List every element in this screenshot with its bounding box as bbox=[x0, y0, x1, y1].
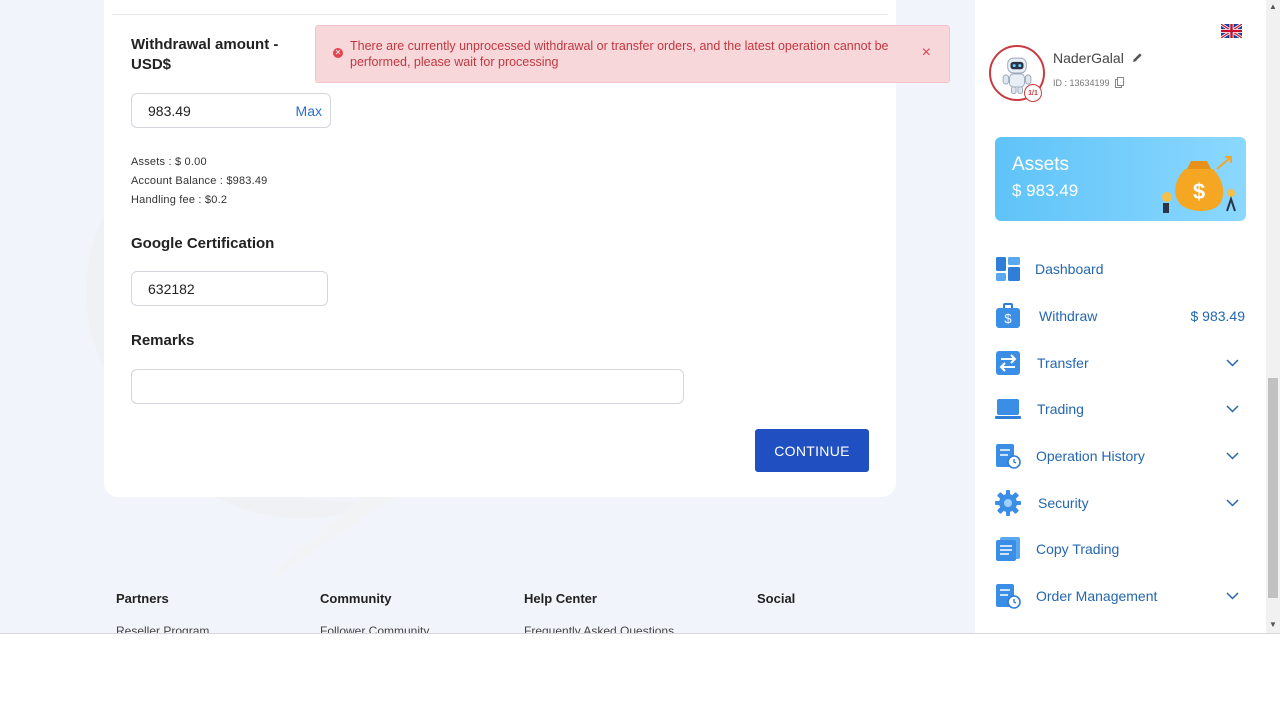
copy-icon[interactable] bbox=[1115, 77, 1125, 88]
sidebar-item-operation-history[interactable]: Operation History bbox=[995, 441, 1245, 471]
footer-heading-help-center: Help Center bbox=[524, 591, 597, 606]
scroll-up-arrow-icon[interactable]: ▲ bbox=[1269, 3, 1277, 11]
sidebar-item-dashboard[interactable]: Dashboard bbox=[995, 254, 1245, 284]
user-id-text: ID : 13634199 bbox=[1053, 78, 1110, 88]
withdraw-balance: $ 983.49 bbox=[1190, 308, 1246, 324]
svg-text:$: $ bbox=[1004, 311, 1012, 326]
alert-message: There are currently unprocessed withdraw… bbox=[350, 39, 889, 69]
sidebar-item-label: Security bbox=[1038, 495, 1089, 511]
continue-button[interactable]: CONTINUE bbox=[755, 429, 869, 472]
laptop-icon bbox=[995, 399, 1021, 419]
error-alert: ✕ There are currently unprocessed withdr… bbox=[315, 25, 950, 83]
sidebar-item-label: Copy Trading bbox=[1036, 541, 1120, 557]
alert-close-button[interactable]: × bbox=[922, 44, 931, 62]
google-code-input[interactable]: 632182 bbox=[131, 271, 328, 306]
google-certification-label: Google Certification bbox=[131, 235, 275, 252]
blank-area bbox=[0, 633, 1280, 720]
max-button[interactable]: Max bbox=[296, 94, 322, 127]
withdrawal-amount-input[interactable]: 983.49 Max bbox=[131, 93, 331, 128]
withdrawal-amount-value: 983.49 bbox=[148, 102, 191, 119]
uk-flag-icon[interactable] bbox=[1221, 24, 1242, 38]
edit-pencil-icon[interactable] bbox=[1132, 52, 1143, 63]
remarks-input[interactable] bbox=[131, 369, 684, 404]
assets-card-title: Assets bbox=[1012, 154, 1070, 175]
footer-link-follower-community[interactable]: Follower Community bbox=[320, 624, 429, 633]
history-document-icon bbox=[996, 444, 1021, 469]
footer-heading-social: Social bbox=[757, 591, 796, 606]
sidebar-item-label: Transfer bbox=[1037, 355, 1089, 371]
google-code-value: 632182 bbox=[148, 280, 195, 297]
level-badge: 1/1 bbox=[1024, 84, 1042, 102]
sidebar-item-label: Order Management bbox=[1036, 588, 1158, 604]
assets-info: Assets : $ 0.00 bbox=[131, 156, 207, 168]
dashboard-icon bbox=[996, 257, 1020, 281]
order-document-icon bbox=[996, 584, 1021, 609]
username-text: NaderGalal bbox=[1053, 50, 1124, 66]
sidebar-item-label: Trading bbox=[1037, 401, 1084, 417]
copy-documents-icon bbox=[996, 537, 1020, 561]
footer-heading-community: Community bbox=[320, 591, 392, 606]
chevron-down-icon[interactable] bbox=[1226, 356, 1239, 369]
chevron-down-icon[interactable] bbox=[1226, 449, 1239, 462]
wallet-dollar-icon: $ bbox=[996, 303, 1020, 328]
divider bbox=[112, 14, 888, 15]
sidebar-item-withdraw[interactable]: $ Withdraw $ 983.49 bbox=[995, 301, 1245, 331]
sidebar-item-label: Withdraw bbox=[1039, 308, 1098, 324]
chevron-down-icon[interactable] bbox=[1226, 496, 1239, 509]
footer-link-reseller-program[interactable]: Reseller Program bbox=[116, 624, 209, 633]
handling-fee-info: Handling fee : $0.2 bbox=[131, 194, 228, 206]
assets-card: Assets $ 983.49 $ bbox=[995, 137, 1246, 221]
error-circle-icon: ✕ bbox=[333, 48, 343, 58]
chevron-down-icon[interactable] bbox=[1226, 589, 1239, 602]
sidebar-item-label: Dashboard bbox=[1035, 261, 1104, 277]
transfer-arrows-icon bbox=[996, 351, 1020, 375]
chevron-down-icon[interactable] bbox=[1226, 402, 1239, 415]
sidebar-item-copy-trading[interactable]: Copy Trading bbox=[995, 534, 1245, 564]
scroll-down-arrow-icon[interactable]: ▼ bbox=[1269, 621, 1277, 629]
scrollbar-thumb[interactable] bbox=[1268, 378, 1278, 598]
footer-heading-partners: Partners bbox=[116, 591, 169, 606]
assets-card-value: $ 983.49 bbox=[1012, 181, 1079, 200]
svg-text:$: $ bbox=[1193, 179, 1205, 204]
sidebar-item-label: Operation History bbox=[1036, 448, 1145, 464]
sidebar-item-order-management[interactable]: Order Management bbox=[995, 581, 1245, 611]
gear-icon bbox=[995, 490, 1021, 516]
footer-link-faq[interactable]: Frequently Asked Questions bbox=[524, 624, 674, 633]
remarks-label: Remarks bbox=[131, 332, 195, 349]
money-bag-illustration: $ bbox=[1162, 156, 1236, 213]
page-scrollbar[interactable]: ▲ ▼ bbox=[1266, 0, 1280, 633]
username: NaderGalal bbox=[1053, 50, 1143, 66]
account-balance-info: Account Balance : $983.49 bbox=[131, 175, 268, 187]
sidebar-item-trading[interactable]: Trading bbox=[995, 394, 1245, 424]
user-id: ID : 13634199 bbox=[1053, 77, 1125, 88]
sidebar-item-transfer[interactable]: Transfer bbox=[995, 348, 1245, 378]
sidebar-item-security[interactable]: Security bbox=[995, 488, 1245, 518]
withdrawal-amount-label: Withdrawal amount - USD$ bbox=[131, 36, 279, 73]
page-viewport: Withdrawal amount - USD$ 983.49 Max Asse… bbox=[0, 0, 1280, 633]
